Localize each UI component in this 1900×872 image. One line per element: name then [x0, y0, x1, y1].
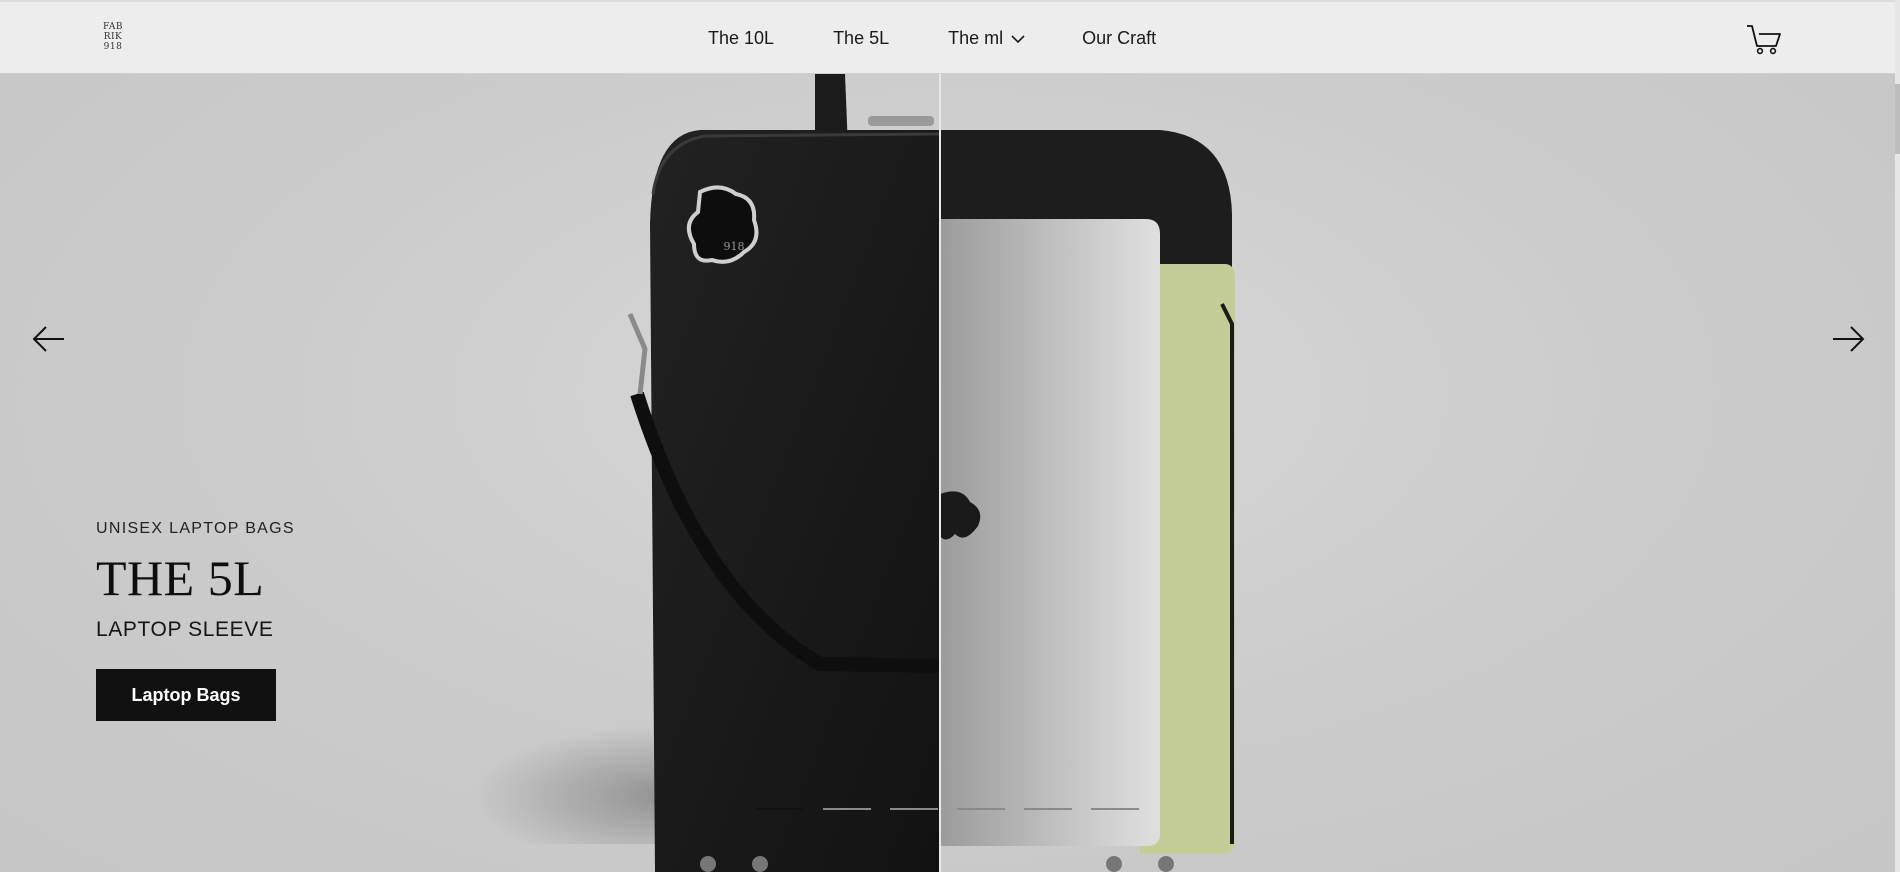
slide-indicators [756, 808, 1139, 810]
product-image: 918 [627, 74, 1235, 872]
nav-label: The 10L [708, 28, 775, 48]
cart-icon[interactable] [1746, 24, 1782, 56]
hero-slider: 918 UNISEX LAPTOP BAGS THE 5L LAPTOP SLE… [0, 74, 1900, 872]
nav-item-ml[interactable]: The ml [948, 28, 1025, 49]
slide-indicator[interactable] [1024, 808, 1072, 810]
hero-title: THE 5L [96, 550, 265, 606]
hero-copy: UNISEX LAPTOP BAGS THE 5L LAPTOP SLEEVE … [96, 520, 295, 721]
nav-label: The ml [948, 28, 1004, 48]
arrow-right-icon[interactable] [1831, 324, 1865, 354]
badge-text: 918 [724, 240, 745, 253]
nav-label: The 5L [833, 28, 890, 48]
arrow-left-icon[interactable] [32, 324, 66, 354]
chevron-down-icon [1011, 34, 1025, 43]
nav-item-10l[interactable]: The 10L [708, 28, 774, 49]
logo-line-1: FAB [102, 22, 124, 32]
hero-subtitle: LAPTOP SLEEVE [96, 618, 274, 641]
scrollbar-thumb[interactable] [1895, 84, 1900, 154]
nav-item-5l[interactable]: The 5L [833, 28, 889, 49]
logo-line-2: RIK [103, 32, 123, 42]
logo-line-3: 918 [103, 42, 123, 52]
site-header: FAB RIK 918 The 10L The 5L The ml Our Cr… [0, 0, 1900, 74]
nav-label: Our Craft [1082, 28, 1157, 48]
laptop-bags-button[interactable]: Laptop Bags [96, 669, 276, 721]
main-nav: The 10L The 5L The ml Our Craft [708, 28, 1156, 49]
nav-item-our-craft[interactable]: Our Craft [1082, 28, 1156, 49]
slide-indicator[interactable] [957, 808, 1005, 810]
brand-logo[interactable]: FAB RIK 918 [100, 22, 126, 52]
hero-eyebrow: UNISEX LAPTOP BAGS [96, 520, 295, 537]
slide-indicator[interactable] [1091, 808, 1139, 810]
slide-indicator[interactable] [756, 808, 804, 810]
slide-indicator[interactable] [823, 808, 871, 810]
slide-indicator[interactable] [890, 808, 938, 810]
